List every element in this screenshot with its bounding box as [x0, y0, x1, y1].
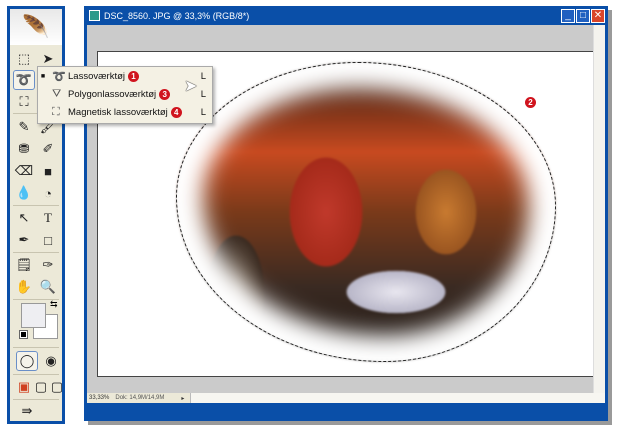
healing-brush-icon[interactable]: ✎	[13, 117, 35, 137]
selected-indicator: ■	[40, 72, 46, 80]
menu-item-label: Magnetisk lassoværktøj	[68, 106, 168, 118]
callout-badge-2: 2	[525, 97, 536, 108]
title-bar[interactable]: DSC_8560. JPG @ 33,3% (RGB/8*) _ □ ✕	[87, 6, 605, 25]
shortcut: L	[200, 106, 206, 118]
shape-tool-icon[interactable]: □	[37, 230, 59, 250]
shortcut: L	[200, 88, 206, 100]
type-tool-icon[interactable]: T	[37, 208, 59, 228]
eraser-icon[interactable]: ⌫	[13, 161, 35, 181]
history-brush-icon[interactable]: ✐	[37, 139, 59, 159]
document-size[interactable]: Dok: 14,9M/14,9M	[115, 395, 175, 401]
status-arrow-icon[interactable]: ▸	[181, 395, 184, 402]
notes-tool-icon[interactable]: 🗒	[13, 255, 35, 275]
mouse-pointer-icon: ➤	[184, 78, 198, 95]
close-button[interactable]: ✕	[591, 8, 605, 23]
callout-badge-3: 3	[159, 88, 171, 100]
document-icon	[89, 10, 100, 21]
standard-mode-icon[interactable]: ◯	[16, 351, 38, 371]
callout-badge-1: 1	[128, 70, 140, 82]
screen-mode-full-icon[interactable]: ▢	[46, 377, 68, 397]
default-colors-icon[interactable]	[19, 330, 28, 339]
foreground-color-swatch[interactable]	[21, 303, 46, 328]
menu-item-magnetic-lasso[interactable]: ⛶ Magnetisk lassoværktøj 4 L	[38, 103, 212, 121]
callout-badge-4: 4	[170, 106, 182, 118]
lasso-selection-marquee	[176, 62, 556, 362]
vertical-scrollbar[interactable]	[593, 25, 605, 403]
zoom-tool-icon[interactable]: 🔍	[37, 277, 59, 297]
path-selection-icon[interactable]: ↖	[13, 208, 35, 228]
dodge-tool-icon[interactable]: ◔	[37, 183, 59, 203]
swap-colors-icon[interactable]: ⇆	[50, 299, 58, 310]
pen-tool-icon[interactable]: ✒	[13, 230, 35, 250]
crop-tool-icon[interactable]: ⛶	[13, 92, 35, 112]
polygonal-lasso-icon: ⛛	[52, 87, 62, 100]
maximize-button[interactable]: □	[576, 8, 590, 23]
zoom-level[interactable]: 33,33%	[89, 395, 109, 401]
gradient-icon[interactable]: ■	[37, 161, 59, 181]
jump-to-imageready-icon[interactable]: ⇛	[16, 401, 38, 421]
eyedropper-icon[interactable]: ✑	[37, 255, 59, 275]
blur-tool-icon[interactable]: 💧	[13, 183, 35, 203]
window-title: DSC_8560. JPG @ 33,3% (RGB/8*)	[104, 10, 250, 21]
clone-stamp-icon[interactable]: ⛃	[13, 139, 35, 159]
magnetic-lasso-icon: ⛶	[52, 105, 60, 118]
quick-mask-icon[interactable]: ◉	[40, 351, 62, 371]
horizontal-scrollbar[interactable]	[190, 393, 605, 403]
shortcut: L	[200, 70, 206, 82]
menu-item-label: Lassoværktøj	[68, 70, 126, 82]
hand-tool-icon[interactable]: ✋	[13, 277, 35, 297]
menu-item-label: Polygonlassoværktøj	[68, 88, 157, 100]
minimize-button[interactable]: _	[561, 8, 575, 23]
feather-logo-icon[interactable]: 🪶	[10, 9, 62, 45]
lasso-tool-icon[interactable]: ➰	[13, 70, 35, 90]
lasso-icon: ➰	[52, 70, 66, 83]
marquee-tool-icon[interactable]: ⬚	[13, 49, 35, 69]
status-bar: 33,33% Dok: 14,9M/14,9M ▸	[87, 393, 605, 403]
